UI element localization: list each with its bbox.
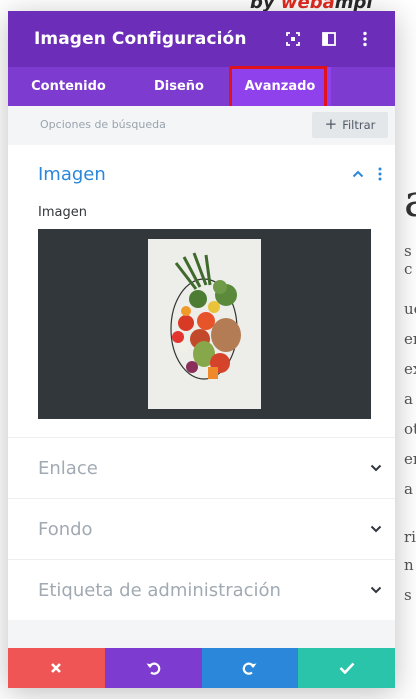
plus-icon: + (324, 115, 338, 133)
background-text-fragment: er (404, 450, 416, 468)
more-vertical-icon[interactable] (347, 11, 383, 67)
modal-footer (8, 648, 395, 688)
image-settings-modal: Imagen Configuración Contenido Diseño Av… (8, 11, 395, 688)
expand-icon[interactable] (275, 11, 311, 67)
tab-avanzado[interactable]: Avanzado (229, 66, 331, 109)
search-input[interactable] (38, 117, 312, 132)
section-more-icon[interactable] (369, 145, 391, 203)
tab-avanzado-label: Avanzado (244, 79, 316, 94)
modal-header[interactable]: Imagen Configuración (8, 11, 395, 67)
image-upload-box[interactable] (38, 229, 371, 419)
background-text-fragment: a (404, 480, 413, 498)
background-text-fragment: ue (404, 300, 416, 318)
check-icon (339, 662, 355, 674)
background-text-fragment: ot (404, 420, 416, 438)
undo-icon (146, 662, 161, 675)
vegetable-basket-photo (148, 239, 261, 409)
section-imagen-header[interactable]: Imagen (8, 145, 395, 203)
section-imagen: Imagen Imagen (8, 145, 395, 437)
save-button[interactable] (298, 648, 395, 688)
redo-button[interactable] (201, 648, 299, 688)
section-enlace[interactable]: Enlace (8, 437, 395, 498)
background-text-fragment: s (404, 586, 412, 604)
section-fondo-title: Fondo (38, 518, 93, 540)
close-icon (51, 663, 62, 673)
split-view-icon[interactable] (311, 11, 347, 67)
undo-button[interactable] (104, 648, 202, 688)
chevron-down-icon[interactable] (357, 525, 395, 533)
tab-bar: Contenido Diseño Avanzado (8, 66, 395, 109)
background-text-fragment: ri (404, 528, 416, 546)
section-enlace-title: Enlace (38, 457, 98, 479)
background-text-fragment: ex (404, 360, 416, 378)
filter-label: Filtrar (342, 117, 376, 132)
modal-title: Imagen Configuración (34, 29, 247, 49)
tab-contenido[interactable]: Contenido (8, 67, 129, 106)
section-imagen-title: Imagen (38, 163, 106, 185)
cancel-button[interactable] (8, 648, 105, 688)
section-etiqueta-title: Etiqueta de administración (38, 579, 281, 601)
background-text-fragment: s c (404, 242, 413, 278)
image-field-label: Imagen (38, 205, 87, 220)
background-text-fragment: n (404, 556, 414, 574)
search-row: + Filtrar (8, 106, 395, 143)
chevron-down-icon[interactable] (357, 586, 395, 594)
filter-button[interactable]: + Filtrar (312, 111, 388, 138)
section-fondo[interactable]: Fondo (8, 498, 395, 559)
redo-icon (242, 662, 257, 675)
tab-diseno[interactable]: Diseño (129, 67, 229, 106)
section-etiqueta-administracion[interactable]: Etiqueta de administración (8, 559, 395, 620)
background-heading-fragment: a (404, 176, 416, 227)
chevron-up-icon[interactable] (347, 145, 369, 203)
settings-content: + Filtrar Imagen Imagen (8, 106, 395, 648)
background-text-fragment: er (404, 330, 416, 348)
background-text-fragment: a (404, 390, 413, 408)
chevron-down-icon[interactable] (357, 464, 395, 472)
